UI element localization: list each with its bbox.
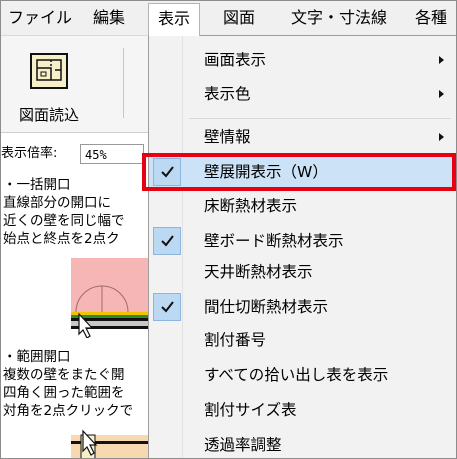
view-menu-dropdown: 画面表示 表示色 壁情報 壁展開表示（W） 床断熱材表示 壁ボード断熱材表示 天…: [148, 35, 456, 458]
help-text-bulk-title: ・一括開口: [3, 177, 71, 193]
toolbar-separator: [123, 48, 124, 118]
help-text-range: 対角を2点クリックで: [3, 403, 134, 419]
check-icon: [161, 301, 174, 313]
menu-item-label: 割付サイズ表: [204, 401, 297, 419]
menu-item-label: 間仕切断熱材表示: [204, 298, 329, 316]
import-drawing-label: 図面読込: [18, 106, 79, 124]
menu-view[interactable]: 表示: [148, 3, 201, 36]
checked-indicator: [153, 227, 181, 255]
help-text-bulk: 近くの壁を同じ幅で: [3, 213, 125, 229]
submenu-arrow-icon: [439, 56, 444, 64]
submenu-arrow-icon: [439, 90, 444, 98]
menu-item-allocation-size-table[interactable]: 割付サイズ表: [149, 395, 456, 425]
checked-indicator: [153, 293, 181, 321]
menu-item-label: 壁ボード断熱材表示: [204, 232, 344, 250]
menu-item-wall-info[interactable]: 壁情報: [149, 122, 456, 152]
highlight-annotation-box: [142, 153, 456, 191]
menu-item-display-color[interactable]: 表示色: [149, 79, 456, 109]
help-text-bulk: 始点と終点を2点ク: [3, 231, 120, 247]
menu-item-partition-insulation-display[interactable]: 間仕切断熱材表示: [149, 292, 456, 322]
menu-drawing[interactable]: 図面: [223, 1, 255, 35]
menu-item-label: 割付番号: [204, 331, 267, 349]
menu-various[interactable]: 各種: [415, 1, 447, 35]
import-drawing-button[interactable]: 図面読込: [9, 44, 89, 126]
menu-item-label: 透過率調整: [204, 436, 282, 454]
help-text-bulk: 直線部分の開口に: [3, 195, 111, 211]
scale-label: 表示倍率:: [1, 146, 58, 161]
menu-item-allocation-number[interactable]: 割付番号: [149, 325, 456, 355]
range-opening-diagram: [71, 429, 149, 458]
menu-item-transparency-adjust[interactable]: 透過率調整: [149, 430, 456, 458]
help-text-range-title: ・範囲開口: [3, 349, 71, 365]
menu-item-label: 表示色: [204, 85, 251, 103]
menu-item-floor-insulation-display[interactable]: 床断熱材表示: [149, 191, 456, 221]
menu-item-screen-display[interactable]: 画面表示: [149, 45, 456, 75]
app-window: ファイル 編集 表示 図面 文字・寸法線 各種 図面読込 表示倍率: 45% ・…: [0, 0, 457, 459]
menu-item-ceiling-insulation-display[interactable]: 天井断熱材表示: [149, 257, 456, 287]
menu-file[interactable]: ファイル: [8, 1, 72, 35]
menu-text-dimension[interactable]: 文字・寸法線: [291, 1, 387, 35]
menu-item-label: 画面表示: [204, 51, 267, 69]
submenu-arrow-icon: [439, 133, 444, 141]
menu-item-show-all-takeoff-tables[interactable]: すべての拾い出し表を表示: [149, 360, 456, 390]
menu-item-label: 天井断熱材表示: [204, 263, 313, 281]
bulk-opening-diagram: [71, 258, 149, 339]
menu-item-label: 床断熱材表示: [204, 197, 298, 215]
menu-separator: [189, 118, 451, 119]
help-text-range: 複数の壁をまたぐ開: [3, 367, 125, 383]
drawing-import-icon: [29, 52, 69, 96]
scale-input[interactable]: 45%: [80, 144, 144, 164]
menu-item-wall-board-insulation-display[interactable]: 壁ボード断熱材表示: [149, 226, 456, 256]
menu-bar: ファイル 編集 表示 図面 文字・寸法線 各種: [1, 1, 456, 36]
menu-item-label: 壁情報: [204, 128, 251, 146]
menu-item-label: すべての拾い出し表を表示: [204, 366, 389, 384]
check-icon: [161, 235, 174, 247]
menu-edit[interactable]: 編集: [93, 1, 125, 35]
help-text-range: 四角く囲った範囲を: [3, 385, 125, 401]
